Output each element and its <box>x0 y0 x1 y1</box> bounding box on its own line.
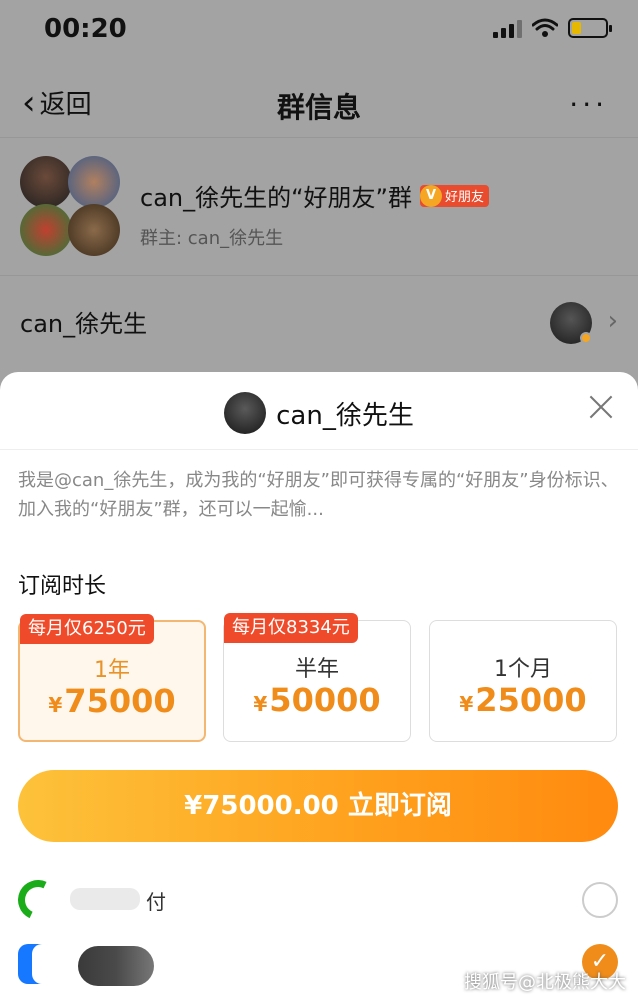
plan-tag: 每月仅6250元 <box>20 614 154 644</box>
subscribe-sheet: can_徐先生 我是@can_徐先生，成为我的“好朋友”即可获得专属的“好朋友”… <box>0 372 638 1002</box>
signal-icon <box>493 18 522 38</box>
plan-option-halfyear[interactable]: 每月仅8334元 半年 ¥50000 <box>223 613 411 742</box>
payment-label: 付 <box>146 890 166 914</box>
avatar <box>224 392 267 434</box>
wifi-icon <box>532 18 558 37</box>
subscription-label: 订阅时长 <box>18 574 107 599</box>
currency-symbol: ¥ <box>253 692 268 716</box>
payment-option-wechat[interactable]: 付 <box>0 872 638 932</box>
redacted-label <box>70 888 140 910</box>
plan-option-1year[interactable]: 每月仅6250元 1年 ¥75000 <box>18 614 206 742</box>
intro-text: 我是@can_徐先生，成为我的“好朋友”即可获得专属的“好朋友”身份标识、加入我… <box>18 470 619 520</box>
battery-icon <box>568 18 612 38</box>
plan-price-value: 50000 <box>269 681 381 719</box>
avatar <box>20 204 72 256</box>
plan-price: ¥75000 <box>20 682 204 720</box>
alipay-icon <box>18 944 58 984</box>
plan-price: ¥25000 <box>430 681 616 719</box>
status-icons <box>493 18 612 38</box>
badge-text: 好朋友 <box>444 190 484 205</box>
owner-row[interactable]: can_徐先生 › <box>0 278 638 366</box>
plan-period: 半年 <box>294 657 339 682</box>
more-icon[interactable]: ··· <box>569 88 608 121</box>
radio-unchecked[interactable] <box>582 882 618 918</box>
plan-price: ¥50000 <box>224 681 410 719</box>
v-badge-icon: V <box>419 184 442 207</box>
sheet-header: can_徐先生 <box>0 372 638 450</box>
plan-tag: 每月仅8334元 <box>224 613 358 643</box>
plan-option-1month[interactable]: 1个月 ¥25000 <box>429 620 617 742</box>
watermark: 搜狐号@北极熊大大 <box>464 972 626 993</box>
status-time: 00:20 <box>44 14 127 44</box>
group-name-text: can_徐先生的“好朋友”群 <box>140 184 412 212</box>
group-name: can_徐先生的“好朋友”群 V 好朋友 <box>140 178 489 213</box>
owner-name: can_徐先生 <box>20 310 148 338</box>
redacted-label <box>78 946 154 986</box>
avatar <box>68 156 120 208</box>
plan-price-value: 75000 <box>64 682 176 720</box>
group-owner: 群主: can_徐先生 <box>140 228 284 249</box>
group-avatar <box>20 156 120 256</box>
sheet-title-wrap: can_徐先生 <box>0 392 638 434</box>
currency-symbol: ¥ <box>459 692 474 716</box>
wechat-pay-icon <box>12 874 64 926</box>
close-icon[interactable] <box>586 392 616 422</box>
avatar <box>68 204 120 256</box>
plan-period: 1个月 <box>494 657 552 682</box>
friend-badge: V 好朋友 <box>419 184 489 207</box>
status-bar: 00:20 <box>0 0 638 60</box>
group-card[interactable]: can_徐先生的“好朋友”群 V 好朋友 群主: can_徐先生 <box>0 138 638 276</box>
status-dot-icon <box>580 332 592 344</box>
sheet-title: can_徐先生 <box>276 400 414 431</box>
nav-bar: ‹ 返回 群信息 ··· <box>0 66 638 138</box>
chevron-right-icon: › <box>607 306 618 336</box>
subscribe-button[interactable]: ¥75000.00 立即订阅 <box>18 770 618 842</box>
plan-price-value: 25000 <box>475 681 587 719</box>
currency-symbol: ¥ <box>48 693 63 717</box>
plan-period: 1年 <box>94 658 130 683</box>
avatar <box>20 156 72 208</box>
page-title: 群信息 <box>276 91 361 124</box>
